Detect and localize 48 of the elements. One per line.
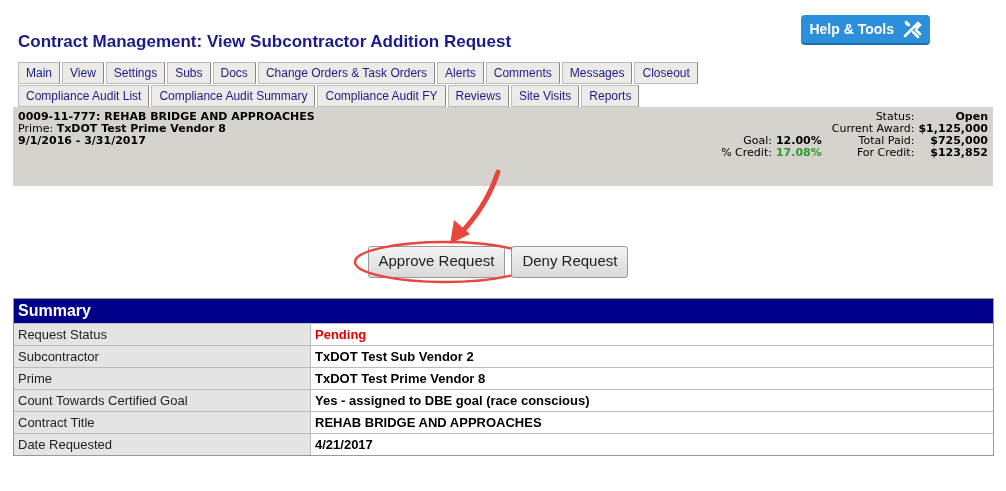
row-label: Subcontractor (14, 345, 311, 367)
stat-value: $725,000 (930, 134, 988, 147)
row-value: 4/21/2017 (314, 435, 374, 454)
stat-label: Goal: (742, 134, 772, 147)
page-title: Contract Management: View Subcontractor Addition Request (18, 31, 512, 53)
row-label: Contract Title (14, 411, 311, 433)
tab[interactable]: View (62, 61, 104, 84)
row-value: Yes - assigned to DBE goal (race conscious) (314, 391, 591, 410)
tab[interactable]: Docs (212, 61, 256, 84)
tab[interactable]: Compliance Audit List (18, 84, 150, 107)
stat-value: Open (954, 110, 988, 123)
row-value: TxDOT Test Prime Vendor 8 (314, 369, 487, 388)
request-button[interactable]: Approve Request (367, 245, 506, 278)
stat-label: For Credit: (855, 146, 915, 159)
prime-text: Prime: TxDOT Test Prime Vendor 8 (18, 122, 227, 135)
tab[interactable]: Comments (485, 61, 560, 84)
contract-title: 0009-11-777: REHAB BRIDGE AND APPROACHES (18, 110, 315, 123)
tab[interactable]: Reviews (447, 84, 509, 107)
row-label: Date Requested (14, 433, 311, 455)
stat-label: Status: (874, 110, 915, 123)
tab[interactable]: Closeout (634, 61, 698, 84)
stat-value: 17.08% (775, 146, 822, 159)
stat-value: 12.00% (775, 134, 822, 147)
tab[interactable]: Reports (581, 84, 640, 107)
summary-header: Summary (14, 298, 993, 323)
row-label: Count Towards Certified Goal (14, 389, 311, 411)
tab[interactable]: Site Visits (510, 84, 580, 107)
tab[interactable]: Main (18, 61, 60, 84)
stat-value: $1,125,000 (918, 122, 988, 135)
tab[interactable]: Compliance Audit FY (317, 84, 446, 107)
request-button[interactable]: Deny Request (511, 245, 629, 278)
tools-icon (902, 19, 922, 39)
stat-label: % Credit: (721, 146, 772, 159)
stat-label: Current Award: (831, 122, 915, 135)
row-label: Prime (14, 367, 311, 389)
tab[interactable]: Compliance Audit Summary (151, 84, 316, 107)
contract-dates: 9/1/2016 - 3/31/2017 (18, 134, 147, 147)
tab[interactable]: Messages (561, 61, 633, 84)
stat-value: $123,852 (929, 146, 988, 159)
row-label: Request Status (14, 323, 311, 345)
stat-label: Total Paid: (857, 134, 915, 147)
row-value: REHAB BRIDGE AND APPROACHES (314, 413, 543, 432)
tab[interactable]: Subs (167, 61, 211, 84)
tab[interactable]: Settings (105, 61, 166, 84)
tab[interactable]: Alerts (437, 61, 484, 84)
row-value: TxDOT Test Sub Vendor 2 (314, 347, 475, 366)
tab[interactable]: Change Orders & Task Orders (257, 61, 436, 84)
row-value: Pending (314, 325, 368, 344)
